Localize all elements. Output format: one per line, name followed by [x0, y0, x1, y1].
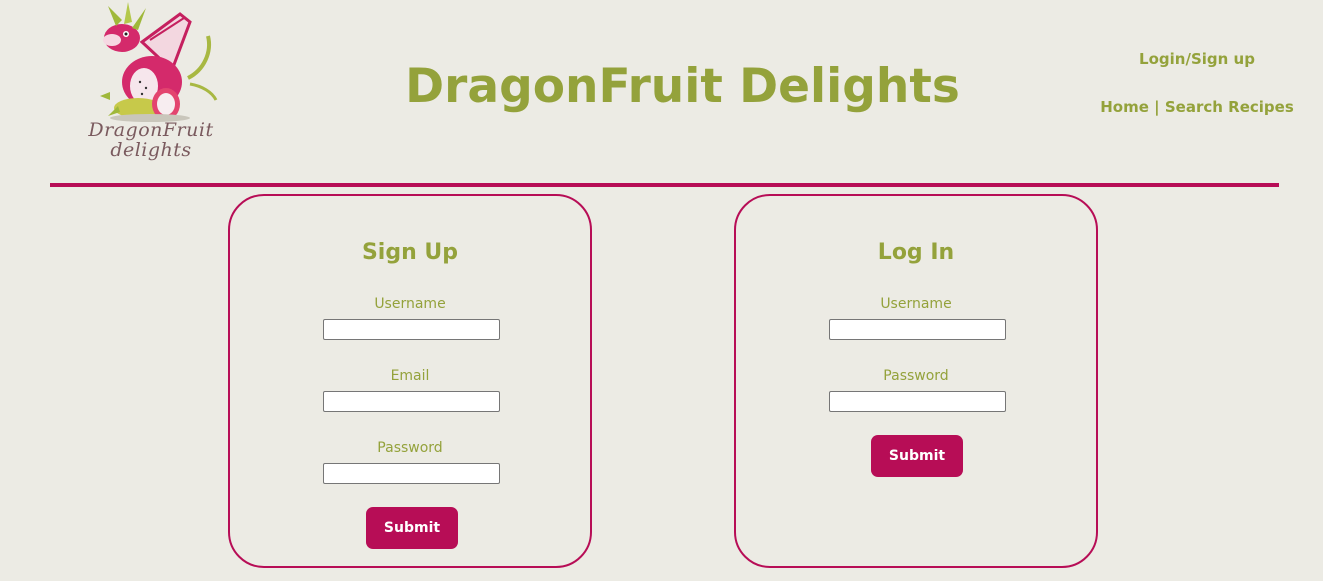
signup-username-label: Username — [374, 296, 446, 312]
header-divider — [50, 183, 1279, 187]
logo-text-line1: DragonFruit — [88, 119, 214, 141]
search-recipes-link[interactable]: Search Recipes — [1165, 98, 1294, 116]
login-password-input[interactable] — [829, 391, 1006, 412]
signup-username-input[interactable] — [323, 319, 500, 340]
dragon-logo[interactable]: DragonFruit delights — [80, 0, 220, 176]
signup-password-label: Password — [377, 440, 443, 456]
signup-title: Sign Up — [361, 240, 459, 265]
signup-card: Sign Up Username Email Password Submit — [228, 194, 592, 568]
login-submit-button[interactable]: Submit — [871, 435, 963, 477]
login-title: Log In — [877, 240, 955, 265]
signup-password-input[interactable] — [323, 463, 500, 484]
home-link[interactable]: Home — [1100, 98, 1149, 116]
main-nav: Home | Search Recipes — [1090, 98, 1304, 116]
logo-text-line2: delights — [110, 139, 192, 161]
login-username-label: Username — [880, 296, 952, 312]
login-card: Log In Username Password Submit — [734, 194, 1098, 568]
login-username-input[interactable] — [829, 319, 1006, 340]
signup-email-label: Email — [390, 368, 430, 384]
signup-email-input[interactable] — [323, 391, 500, 412]
login-signup-link[interactable]: Login/Sign up — [1100, 50, 1294, 68]
logo-wordmark: DragonFruit delights — [86, 120, 216, 160]
site-header: DragonFruit delights DragonFruit Delight… — [0, 0, 1323, 186]
login-password-label: Password — [883, 368, 949, 384]
site-title: DragonFruit Delights — [405, 59, 960, 114]
nav-separator: | — [1154, 98, 1160, 116]
signup-submit-button[interactable]: Submit — [366, 507, 458, 549]
